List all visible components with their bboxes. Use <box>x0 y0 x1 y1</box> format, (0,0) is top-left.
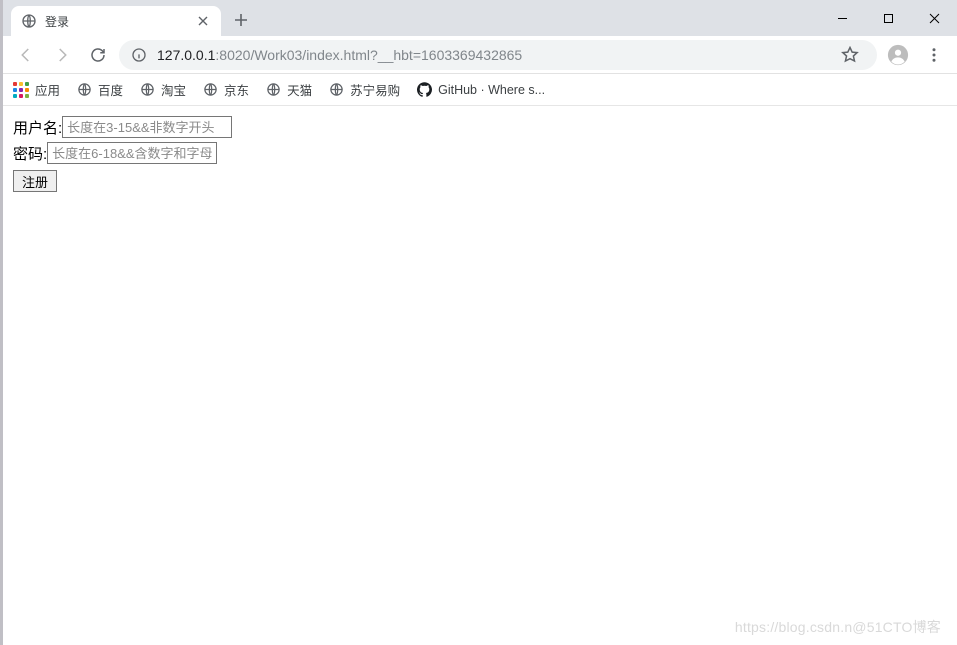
url-host: 127.0.0.1 <box>157 47 215 63</box>
url-port: :8020 <box>215 47 250 63</box>
globe-icon <box>139 82 155 98</box>
browser-tab[interactable]: 登录 <box>11 6 221 36</box>
globe-icon <box>202 82 218 98</box>
window-controls <box>819 0 957 36</box>
site-info-icon[interactable] <box>131 47 147 63</box>
register-button[interactable]: 注册 <box>13 170 57 192</box>
bookmark-item[interactable]: 苏宁易购 <box>328 80 400 99</box>
password-input[interactable] <box>47 142 217 164</box>
bookmark-label: 京东 <box>224 80 249 99</box>
bookmark-item[interactable]: GitHub · Where s... <box>416 82 545 98</box>
bookmark-label: 淘宝 <box>161 80 186 99</box>
window-close-button[interactable] <box>911 3 957 33</box>
bookmarks-bar: 应用 百度 淘宝 京东 天猫 <box>3 74 957 106</box>
username-row: 用户名: <box>13 116 947 138</box>
username-label: 用户名: <box>13 117 62 138</box>
window-minimize-button[interactable] <box>819 3 865 33</box>
tab-strip: 登录 <box>11 6 819 36</box>
bookmark-label: 苏宁易购 <box>350 80 400 99</box>
new-tab-button[interactable] <box>227 6 255 34</box>
tab-close-button[interactable] <box>195 13 211 29</box>
titlebar: 登录 <box>3 0 957 36</box>
menu-button[interactable] <box>919 40 949 70</box>
bookmark-label: 百度 <box>98 80 123 99</box>
apps-shortcut[interactable]: 应用 <box>13 80 60 99</box>
globe-icon <box>21 13 37 29</box>
page-content: 用户名: 密码: 注册 https://blog.csdn.n@51CTO博客 <box>3 106 957 645</box>
bookmark-item[interactable]: 京东 <box>202 80 249 99</box>
window-maximize-button[interactable] <box>865 3 911 33</box>
watermark-text: https://blog.csdn.n@51CTO博客 <box>735 617 941 637</box>
password-label: 密码: <box>13 143 47 164</box>
bookmark-star-button[interactable] <box>835 40 865 70</box>
apps-label: 应用 <box>35 80 60 99</box>
globe-icon <box>328 82 344 98</box>
back-button[interactable] <box>11 40 41 70</box>
forward-button[interactable] <box>47 40 77 70</box>
bookmark-label: 天猫 <box>287 80 312 99</box>
password-row: 密码: <box>13 142 947 164</box>
username-input[interactable] <box>62 116 232 138</box>
url-path: /Work03/index.html?__hbt=1603369432865 <box>250 47 522 63</box>
address-bar[interactable]: 127.0.0.1:8020/Work03/index.html?__hbt=1… <box>119 40 877 70</box>
bookmark-label: GitHub · Where s... <box>438 83 545 97</box>
profile-button[interactable] <box>883 40 913 70</box>
bookmark-item[interactable]: 淘宝 <box>139 80 186 99</box>
apps-grid-icon <box>13 82 29 98</box>
toolbar: 127.0.0.1:8020/Work03/index.html?__hbt=1… <box>3 36 957 74</box>
bookmark-item[interactable]: 百度 <box>76 80 123 99</box>
url-text: 127.0.0.1:8020/Work03/index.html?__hbt=1… <box>157 47 825 63</box>
tab-title: 登录 <box>45 13 187 30</box>
bookmark-item[interactable]: 天猫 <box>265 80 312 99</box>
globe-icon <box>76 82 92 98</box>
reload-button[interactable] <box>83 40 113 70</box>
globe-icon <box>265 82 281 98</box>
github-icon <box>416 82 432 98</box>
